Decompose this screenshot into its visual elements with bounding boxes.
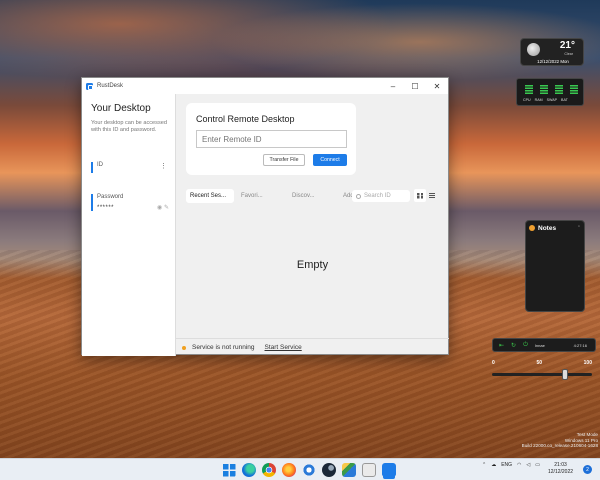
refresh-icon[interactable]: ↻ bbox=[511, 342, 516, 349]
taskbar: ⌃ ☁ ENG ◠ ◁ ▭ 21:03 12/12/2022 2 bbox=[0, 458, 600, 480]
steam-icon[interactable] bbox=[322, 463, 336, 477]
id-field[interactable]: ID ⋮ bbox=[91, 162, 169, 173]
grid-view-button[interactable] bbox=[414, 189, 426, 202]
media-player-widget: ⇤ ↻ ⏻ Innae 4:27:16 bbox=[492, 338, 596, 352]
start-service-link[interactable]: Start Service bbox=[265, 344, 302, 351]
title-bar[interactable]: RustDesk – ☐ ✕ bbox=[82, 78, 448, 94]
wifi-icon[interactable]: ◠ bbox=[517, 462, 521, 468]
moon-icon bbox=[527, 43, 540, 56]
cloud-icon[interactable]: ☁ bbox=[491, 462, 496, 468]
control-remote-card: Control Remote Desktop Transfer File Con… bbox=[186, 103, 356, 175]
more-options-icon[interactable]: ⋮ bbox=[160, 162, 167, 170]
firefox-icon[interactable] bbox=[282, 463, 296, 477]
battery-icon[interactable]: ▭ bbox=[535, 462, 540, 468]
status-bar: Service is not running Start Service bbox=[176, 338, 449, 356]
weather-desc: Clear bbox=[564, 52, 573, 56]
chevron-up-icon[interactable]: ⌃ bbox=[482, 462, 486, 468]
tab-discovered[interactable]: Discov... bbox=[288, 189, 336, 203]
slider-min: 0 bbox=[492, 360, 495, 366]
tab-favorites[interactable]: Favori... bbox=[237, 189, 285, 203]
window-title: RustDesk bbox=[97, 83, 124, 89]
clock-date: 12/12/2022 bbox=[548, 469, 574, 475]
search-icon bbox=[356, 193, 361, 199]
language-indicator[interactable]: ENG bbox=[501, 462, 512, 468]
meter-label: CPU bbox=[523, 98, 531, 102]
os-watermark: Test Mode Windows 11 Pro Build 22000.co_… bbox=[522, 432, 598, 449]
ram-bar bbox=[540, 85, 548, 95]
main-panel: Control Remote Desktop Transfer File Con… bbox=[176, 94, 449, 356]
transfer-file-button[interactable]: Transfer File bbox=[263, 154, 305, 166]
meter-label: BAT bbox=[561, 98, 568, 102]
system-meter-widget[interactable]: CPU RAM SWAP BAT bbox=[516, 78, 584, 106]
volume-slider-widget[interactable]: 0 50 100 bbox=[486, 360, 598, 382]
player-time: 4:27:16 bbox=[573, 342, 587, 348]
swap-bar bbox=[555, 85, 563, 95]
list-icon bbox=[429, 193, 435, 198]
notes-icon bbox=[529, 225, 535, 231]
control-title: Control Remote Desktop bbox=[196, 114, 295, 124]
slider-knob[interactable] bbox=[562, 369, 568, 380]
grid-icon bbox=[417, 192, 423, 199]
weather-widget[interactable]: 21° Clear 12/12/2022 Mon bbox=[520, 38, 584, 66]
edge-icon[interactable] bbox=[242, 463, 256, 477]
clock-time: 21:03 bbox=[554, 462, 567, 468]
empty-label: Empty bbox=[296, 259, 329, 271]
eye-icon[interactable]: ◉ bbox=[157, 205, 162, 211]
notification-badge[interactable]: 2 bbox=[583, 465, 592, 474]
status-dot-icon bbox=[182, 345, 186, 350]
weather-temp: 21° bbox=[559, 40, 575, 51]
slider-max: 100 bbox=[583, 360, 592, 366]
rustdesk-window: RustDesk – ☐ ✕ Your Desktop Your desktop… bbox=[81, 77, 449, 356]
player-title: Innae bbox=[534, 342, 545, 348]
sidebar: Your Desktop Your desktop can be accesse… bbox=[82, 94, 176, 356]
connect-button[interactable]: Connect bbox=[313, 154, 347, 166]
search-id-input[interactable]: Search ID bbox=[352, 190, 410, 202]
rustdesk-taskbar-icon[interactable] bbox=[382, 463, 396, 477]
remote-id-input[interactable] bbox=[196, 130, 347, 148]
terminal-icon[interactable] bbox=[362, 463, 376, 477]
volume-icon[interactable]: ◁ bbox=[526, 462, 530, 468]
slider-track[interactable] bbox=[492, 373, 592, 376]
search-placeholder: Search ID bbox=[364, 193, 391, 199]
sidebar-title: Your Desktop bbox=[91, 103, 151, 114]
status-text: Service is not running bbox=[192, 344, 255, 351]
rustdesk-logo-icon bbox=[86, 82, 93, 90]
notes-menu-icon[interactable]: ▫ bbox=[578, 224, 580, 230]
paint-icon[interactable] bbox=[342, 463, 356, 477]
tab-recent-sessions[interactable]: Recent Ses... bbox=[186, 189, 234, 203]
weather-date: 12/12/2022 Mon bbox=[537, 59, 569, 64]
settings-icon[interactable] bbox=[302, 463, 316, 477]
list-view-button[interactable] bbox=[426, 189, 438, 202]
system-tray: ⌃ ☁ ENG ◠ ◁ ▭ bbox=[482, 462, 540, 468]
chrome-icon[interactable] bbox=[262, 463, 276, 477]
bat-bar bbox=[570, 85, 578, 95]
view-toggle bbox=[414, 189, 438, 202]
close-button[interactable]: ✕ bbox=[426, 78, 448, 94]
meter-label: SWAP bbox=[546, 98, 558, 102]
password-actions: ◉ ✎ bbox=[157, 204, 169, 211]
clock[interactable]: 21:03 12/12/2022 bbox=[548, 462, 573, 476]
notes-widget[interactable]: Notes ▫ bbox=[525, 220, 585, 312]
prev-icon[interactable]: ⇤ bbox=[499, 342, 504, 349]
minimize-button[interactable]: – bbox=[382, 78, 404, 94]
id-label: ID bbox=[97, 162, 103, 168]
sidebar-description: Your desktop can be accessed with this I… bbox=[91, 120, 167, 133]
password-field[interactable]: Password ****** ◉ ✎ bbox=[91, 194, 169, 211]
cpu-bar bbox=[525, 85, 533, 95]
start-icon[interactable] bbox=[222, 463, 236, 477]
maximize-button[interactable]: ☐ bbox=[404, 78, 426, 94]
edit-icon[interactable]: ✎ bbox=[164, 205, 169, 211]
password-label: Password bbox=[97, 194, 124, 200]
slider-mid: 50 bbox=[536, 360, 542, 366]
watermark-line: Build 22000.co_release.210604-1628 bbox=[521, 443, 598, 449]
power-icon[interactable]: ⏻ bbox=[523, 342, 528, 349]
meter-label: RAM bbox=[534, 98, 543, 102]
